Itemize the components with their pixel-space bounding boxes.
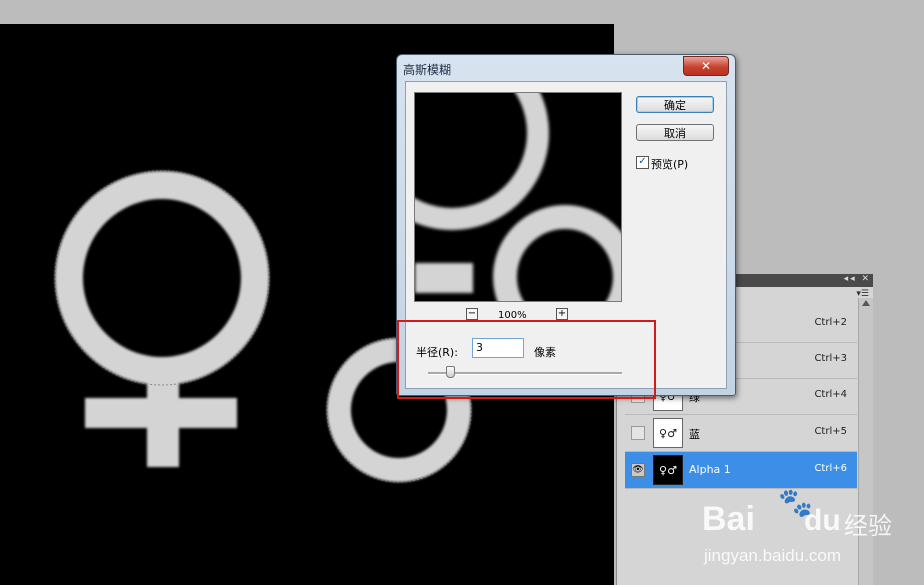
channel-name: 蓝: [689, 428, 700, 441]
ok-button[interactable]: 确定: [636, 96, 714, 113]
visibility-toggle[interactable]: [631, 426, 645, 440]
channel-shortcut: Ctrl+6: [814, 463, 847, 474]
zoom-in-button[interactable]: +: [556, 308, 568, 320]
female-symbol-bar: [85, 398, 237, 428]
channel-shortcut: Ctrl+2: [814, 317, 847, 328]
channel-name: Alpha 1: [689, 463, 731, 476]
close-button[interactable]: ✕: [683, 56, 729, 76]
eye-icon[interactable]: 👁: [631, 463, 645, 477]
preview-checkbox[interactable]: ✓: [636, 156, 649, 169]
panel-collapse-close-icons[interactable]: ◂◂ ✕: [844, 274, 871, 284]
dialog-title: 高斯模糊: [403, 63, 452, 77]
scroll-up-arrow-icon[interactable]: [862, 300, 870, 306]
female-symbol-ring: [55, 171, 270, 385]
channel-row-alpha1[interactable]: 👁 ♀♂ Alpha 1 Ctrl+6: [625, 452, 857, 489]
preview-label: 预览(P): [651, 158, 689, 171]
watermark-url: jingyan.baidu.com: [704, 546, 842, 565]
channel-row-blue[interactable]: ♀♂ 蓝 Ctrl+5: [625, 415, 857, 452]
watermark-brand: Bai: [702, 500, 755, 538]
preview-artwork: [415, 93, 621, 301]
channel-shortcut: Ctrl+5: [814, 426, 847, 437]
channel-thumbnail: ♀♂: [653, 455, 683, 485]
watermark-cn: 经验: [844, 512, 892, 540]
highlight-annotation-box: [397, 320, 656, 399]
channel-shortcut: Ctrl+3: [814, 353, 847, 364]
channel-shortcut: Ctrl+4: [814, 389, 847, 400]
cancel-button[interactable]: 取消: [636, 124, 714, 141]
channel-thumbnail: ♀♂: [653, 418, 683, 448]
preview-pane[interactable]: [414, 92, 622, 302]
baidu-jingyan-watermark: Bai 🐾 du 经验 jingyan.baidu.com: [700, 486, 900, 578]
zoom-out-button[interactable]: −: [466, 308, 478, 320]
watermark-brand-2: du: [804, 504, 841, 537]
